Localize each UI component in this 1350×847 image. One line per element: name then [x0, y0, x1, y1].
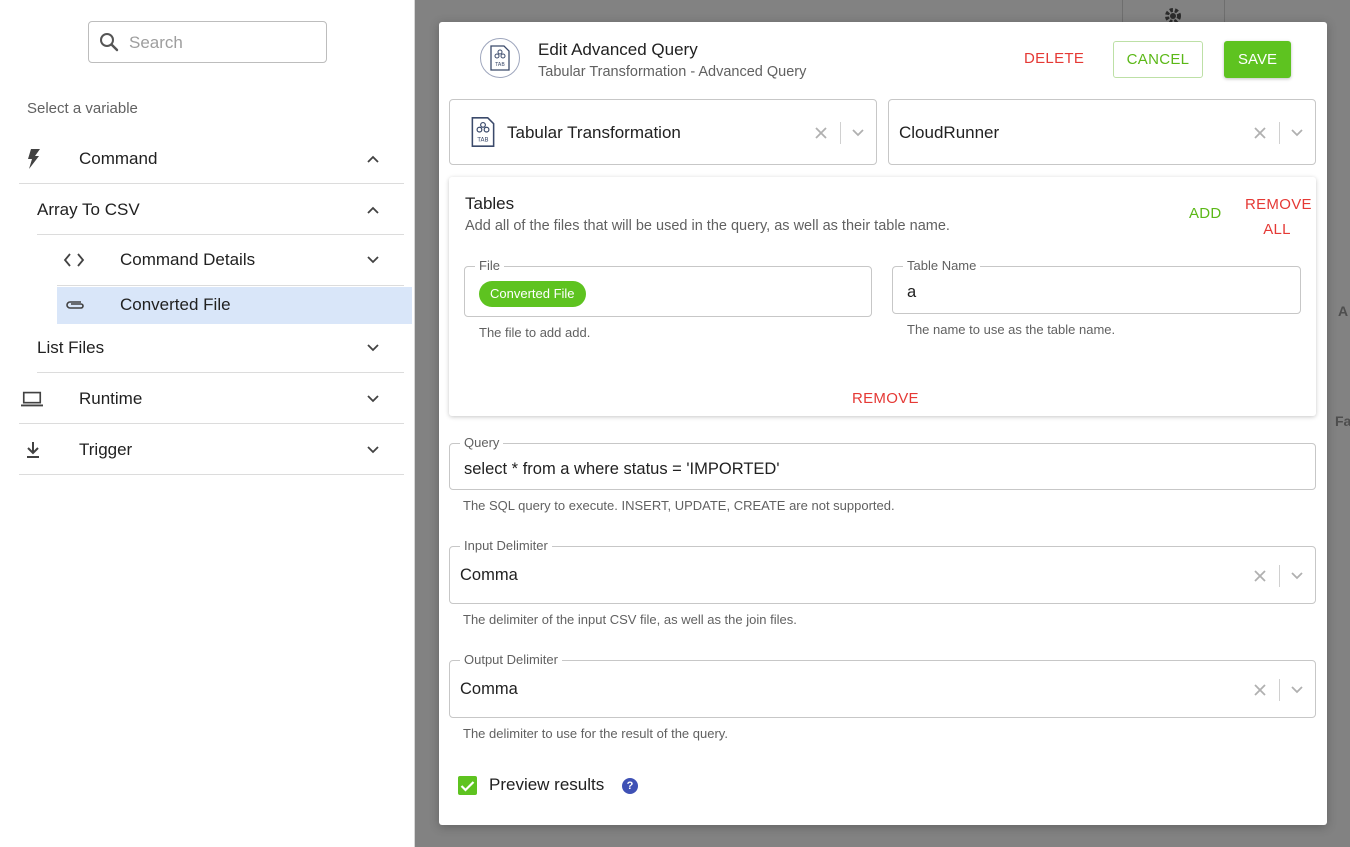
- tree-item-label: Command Details: [120, 250, 256, 269]
- svg-text:TAB: TAB: [494, 62, 505, 68]
- variable-panel: Select a variable Command Array To CSV C…: [0, 0, 415, 847]
- query-helper-text: The SQL query to execute. INSERT, UPDATE…: [463, 498, 895, 513]
- search-input[interactable]: [129, 31, 314, 55]
- input-delimiter-helper-text: The delimiter of the input CSV file, as …: [463, 612, 797, 627]
- connector-select[interactable]: TAB Tabular Transformation: [449, 99, 877, 165]
- tables-section: Tables Add all of the files that will be…: [449, 177, 1316, 416]
- output-delimiter-label: Output Delimiter: [460, 652, 562, 668]
- chevron-down-icon[interactable]: [1290, 126, 1304, 140]
- output-delimiter-value: Comma: [460, 680, 518, 698]
- clear-icon[interactable]: [815, 127, 827, 139]
- converted-file-chip[interactable]: Converted File: [479, 281, 586, 307]
- chevron-down-icon[interactable]: [1290, 683, 1304, 697]
- select-separator: [1279, 679, 1280, 701]
- background-column-divider: [1122, 0, 1123, 22]
- table-name-label: Table Name: [903, 258, 981, 274]
- query-label: Query: [460, 435, 504, 451]
- dialog-title: Edit Advanced Query: [538, 40, 698, 59]
- query-field[interactable]: Query select * from a where status = 'IM…: [449, 435, 1316, 490]
- preview-results-label: Preview results: [489, 775, 605, 794]
- tree-item-label: Trigger: [79, 440, 133, 459]
- tree-item-trigger[interactable]: Trigger: [19, 432, 404, 468]
- tree-item-label: Runtime: [79, 389, 143, 408]
- divider: [37, 234, 404, 235]
- clear-icon[interactable]: [1254, 127, 1266, 139]
- table-name-value: a: [907, 283, 917, 301]
- search-box[interactable]: [88, 21, 327, 63]
- tables-description: Add all of the files that will be used i…: [465, 218, 950, 234]
- download-icon: [22, 439, 44, 461]
- chevron-up-icon[interactable]: [366, 152, 380, 166]
- code-icon: [63, 249, 85, 271]
- delete-button[interactable]: DELETE: [1024, 50, 1084, 67]
- tree-item-list-files[interactable]: List Files: [37, 330, 404, 366]
- remove-all-label-line2: ALL: [1263, 221, 1291, 238]
- tree-item-label: Array To CSV: [37, 200, 140, 219]
- output-delimiter-helper-text: The delimiter to use for the result of t…: [463, 726, 728, 741]
- select-separator: [1279, 565, 1280, 587]
- tree-item-runtime[interactable]: Runtime: [19, 381, 404, 417]
- runner-value: CloudRunner: [899, 123, 1000, 142]
- runner-select[interactable]: CloudRunner: [888, 99, 1316, 165]
- chevron-down-icon[interactable]: [366, 341, 380, 355]
- input-delimiter-select[interactable]: Input Delimiter Comma: [449, 538, 1316, 604]
- save-button[interactable]: SAVE: [1224, 41, 1291, 78]
- remove-table-button[interactable]: REMOVE: [852, 390, 919, 407]
- remove-all-label-line1: REMOVE: [1245, 196, 1312, 213]
- tree-item-converted-file[interactable]: Converted File: [57, 287, 412, 324]
- tab-file-icon: TAB: [480, 38, 520, 78]
- clear-icon[interactable]: [1254, 570, 1266, 582]
- background-column-divider: [1224, 0, 1225, 22]
- divider: [19, 423, 404, 424]
- table-name-field[interactable]: Table Name a: [892, 258, 1301, 314]
- tree-item-command[interactable]: Command: [19, 141, 404, 177]
- connector-value: Tabular Transformation: [507, 123, 681, 142]
- table-name-helper-text: The name to use as the table name.: [907, 322, 1116, 337]
- select-separator: [840, 122, 841, 144]
- chevron-up-icon[interactable]: [366, 203, 380, 217]
- input-delimiter-value: Comma: [460, 566, 518, 584]
- chevron-down-icon[interactable]: [366, 253, 380, 267]
- tree-item-label: Converted File: [120, 295, 231, 314]
- bolt-icon: [23, 148, 45, 170]
- help-icon[interactable]: ?: [622, 778, 638, 794]
- tree-item-command-details[interactable]: Command Details: [57, 242, 404, 278]
- tab-file-icon: TAB: [470, 116, 496, 153]
- output-delimiter-select[interactable]: Output Delimiter Comma: [449, 652, 1316, 718]
- chevron-down-icon[interactable]: [851, 126, 865, 140]
- tree-item-array-to-csv[interactable]: Array To CSV: [37, 192, 404, 228]
- preview-results-checkbox[interactable]: [458, 776, 477, 795]
- chevron-down-icon[interactable]: [1290, 569, 1304, 583]
- add-table-button[interactable]: ADD: [1189, 205, 1222, 222]
- tree-item-label: List Files: [37, 338, 105, 357]
- query-value: select * from a where status = 'IMPORTED…: [464, 460, 780, 478]
- paperclip-icon: [64, 294, 86, 316]
- cancel-button[interactable]: CANCEL: [1113, 41, 1203, 78]
- clear-icon[interactable]: [1254, 684, 1266, 696]
- checkmark-icon: [460, 780, 475, 792]
- dialog-subtitle: Tabular Transformation - Advanced Query: [538, 64, 807, 80]
- divider: [57, 285, 404, 286]
- chevron-down-icon[interactable]: [366, 443, 380, 457]
- tables-title: Tables: [465, 194, 515, 213]
- chevron-down-icon[interactable]: [366, 392, 380, 406]
- select-separator: [1279, 122, 1280, 144]
- select-variable-label: Select a variable: [27, 100, 138, 117]
- gear-icon: [1165, 8, 1181, 22]
- search-icon: [100, 33, 119, 52]
- remove-all-button[interactable]: REMOVE ALL: [1245, 192, 1312, 242]
- laptop-icon: [21, 388, 43, 410]
- edit-query-dialog: TAB Edit Advanced Query Tabular Transfor…: [439, 22, 1327, 825]
- file-helper-text: The file to add add.: [479, 325, 591, 340]
- divider: [37, 372, 404, 373]
- tree-item-label: Command: [79, 149, 158, 168]
- file-field[interactable]: File Converted File: [464, 258, 872, 317]
- background-text-fragment: A: [1338, 303, 1349, 319]
- divider: [19, 183, 404, 184]
- file-field-label: File: [475, 258, 504, 274]
- background-text-fragment: Fa: [1335, 413, 1350, 429]
- svg-text:TAB: TAB: [476, 137, 488, 143]
- divider: [19, 474, 404, 475]
- input-delimiter-label: Input Delimiter: [460, 538, 552, 554]
